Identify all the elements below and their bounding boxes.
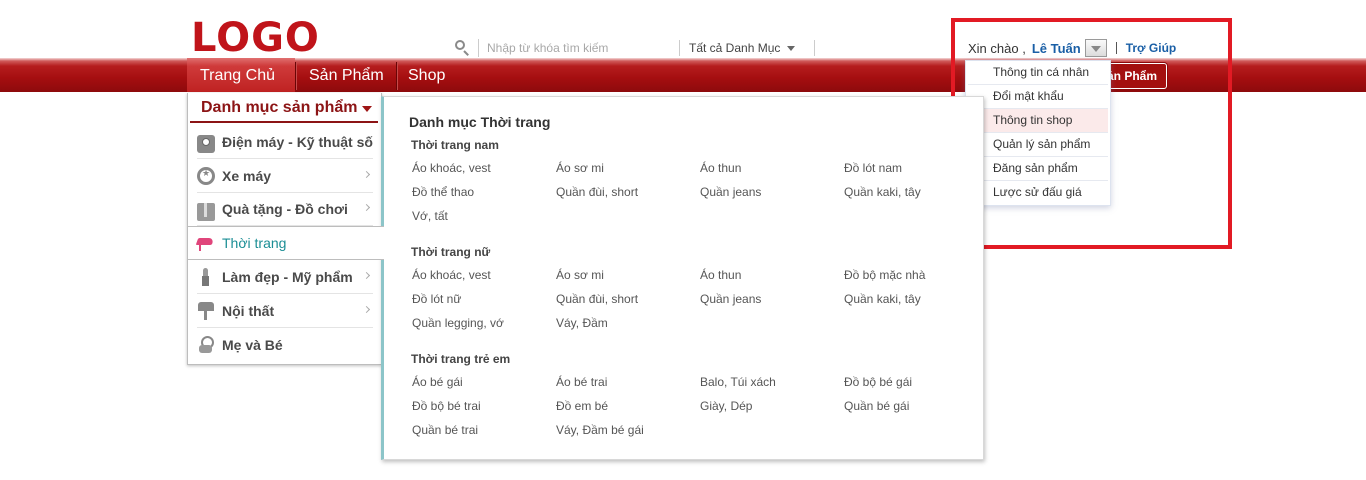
fashion-mega-menu: Danh mục Thời trang Thời trang nam Áo kh… (381, 96, 984, 460)
category-link[interactable]: Đồ lót nam (844, 161, 902, 175)
category-sidebar: Danh mục sản phẩm Điện máy - Kỹ thuật số… (187, 93, 384, 365)
lipstick-icon (197, 267, 215, 286)
category-item-label: Quà tặng - Đồ chơi (222, 200, 348, 217)
pacifier-icon (197, 336, 215, 354)
user-dropdown-menu: Thông tin cá nhân Đổi mật khẩu Thông tin… (965, 60, 1111, 206)
category-link[interactable]: Quần jeans (700, 292, 761, 306)
section-title-men: Thời trang nam (411, 138, 499, 152)
category-select-label: Tất cả Danh Mục (689, 41, 781, 55)
category-item-motorbikes[interactable]: Xe máy (197, 159, 373, 193)
search-icon[interactable] (454, 39, 472, 57)
category-link[interactable]: Đồ lót nữ (412, 292, 461, 306)
search-bar (454, 38, 668, 58)
nav-item-home[interactable]: Trang Chủ (187, 58, 295, 92)
category-item-electronics[interactable]: Điện máy - Kỹ thuật số (197, 125, 373, 159)
chevron-right-icon (362, 271, 371, 280)
wheel-icon (197, 166, 215, 185)
category-link[interactable]: Quần bé gái (844, 399, 909, 413)
menu-item-auction-history[interactable]: Lược sử đấu giá (968, 181, 1108, 205)
logo[interactable]: LOGO (191, 15, 320, 61)
category-select[interactable]: Tất cả Danh Mục (679, 40, 816, 56)
divider (814, 40, 816, 56)
category-link[interactable]: Áo khoác, vest (412, 161, 491, 175)
category-link[interactable]: Đồ em bé (556, 399, 608, 413)
category-link[interactable]: Đồ bộ mặc nhà (844, 268, 925, 282)
user-area: Xin chào , Lê Tuấn Trợ Giúp (968, 38, 1176, 58)
lamp-icon (197, 301, 215, 320)
category-link[interactable]: Quần jeans (700, 185, 761, 199)
category-link[interactable]: Quần legging, vớ (412, 316, 504, 330)
category-link[interactable]: Áo khoác, vest (412, 268, 491, 282)
category-item-label: Xe máy (222, 167, 272, 184)
camera-icon (197, 134, 215, 153)
section-title-kids: Thời trang trẻ em (411, 352, 511, 366)
menu-item-post-product[interactable]: Đăng sản phẩm (968, 157, 1108, 181)
category-link[interactable]: Quần kaki, tây (844, 292, 921, 306)
menu-item-profile[interactable]: Thông tin cá nhân (968, 61, 1108, 85)
category-item-furniture[interactable]: Nội thất (197, 294, 373, 328)
triangle-down-icon (1090, 46, 1101, 52)
menu-item-shop-info[interactable]: Thông tin shop (968, 109, 1108, 133)
category-link[interactable]: Áo bé gái (412, 375, 463, 389)
category-link[interactable]: Balo, Túi xách (700, 375, 776, 389)
category-item-label: Thời trang (222, 235, 287, 251)
category-item-fashion[interactable]: Thời trang (188, 226, 384, 260)
nav-item-shop[interactable]: Shop (395, 58, 458, 92)
category-link[interactable]: Đồ thể thao (412, 185, 474, 199)
mega-menu-title: Danh mục Thời trang (409, 114, 551, 130)
chevron-right-icon (362, 170, 371, 179)
category-item-label: Làm đẹp - Mỹ phẩm (222, 268, 353, 285)
category-link[interactable]: Áo thun (700, 161, 741, 175)
category-link[interactable]: Quần bé trai (412, 423, 478, 437)
category-link[interactable]: Giày, Dép (700, 399, 752, 413)
category-link[interactable]: Áo bé trai (556, 375, 607, 389)
category-item-label: Nội thất (222, 302, 275, 319)
category-link[interactable]: Áo thun (700, 268, 741, 282)
category-link[interactable]: Đồ bộ bé gái (844, 375, 912, 389)
greeting-text: Xin chào , (968, 40, 1026, 56)
category-link[interactable]: Quần kaki, tây (844, 185, 921, 199)
category-link[interactable]: Áo sơ mi (556, 161, 604, 175)
gift-icon (197, 202, 215, 221)
help-link[interactable]: Trợ Giúp (1126, 41, 1177, 55)
category-link[interactable]: Đồ bộ bé trai (412, 399, 481, 413)
category-link[interactable]: Quần đùi, short (556, 185, 638, 199)
category-item-gifts-toys[interactable]: Quà tặng - Đồ chơi (197, 192, 373, 226)
high-heel-icon (197, 234, 215, 252)
divider (1115, 42, 1117, 54)
search-input[interactable] (478, 39, 668, 57)
caret-down-icon (362, 106, 372, 112)
category-item-label: Mẹ và Bé (222, 337, 283, 353)
category-link[interactable]: Áo sơ mi (556, 268, 604, 282)
category-link[interactable]: Quần đùi, short (556, 292, 638, 306)
chevron-right-icon (362, 203, 371, 212)
category-sidebar-title-text: Danh mục sản phẩm (201, 99, 358, 116)
section-title-women: Thời trang nữ (411, 245, 491, 259)
category-item-label: Điện máy - Kỹ thuật số (222, 133, 373, 150)
menu-item-change-password[interactable]: Đổi mật khẩu (968, 85, 1108, 109)
nav-item-products[interactable]: Sản Phẩm (296, 58, 397, 92)
chevron-down-icon (787, 45, 796, 51)
category-item-beauty[interactable]: Làm đẹp - Mỹ phẩm (197, 260, 373, 294)
menu-item-manage-products[interactable]: Quản lý sản phẩm (968, 133, 1108, 157)
username-link[interactable]: Lê Tuấn (1032, 41, 1081, 56)
category-item-mom-baby[interactable]: Mẹ và Bé (197, 328, 373, 362)
category-sidebar-title[interactable]: Danh mục sản phẩm (190, 94, 378, 123)
chevron-right-icon (362, 305, 371, 314)
category-link[interactable]: Váy, Đầm (556, 316, 608, 330)
user-dropdown-toggle[interactable] (1084, 39, 1107, 57)
category-link[interactable]: Vớ, tất (412, 209, 448, 223)
category-link[interactable]: Váy, Đầm bé gái (556, 423, 644, 437)
